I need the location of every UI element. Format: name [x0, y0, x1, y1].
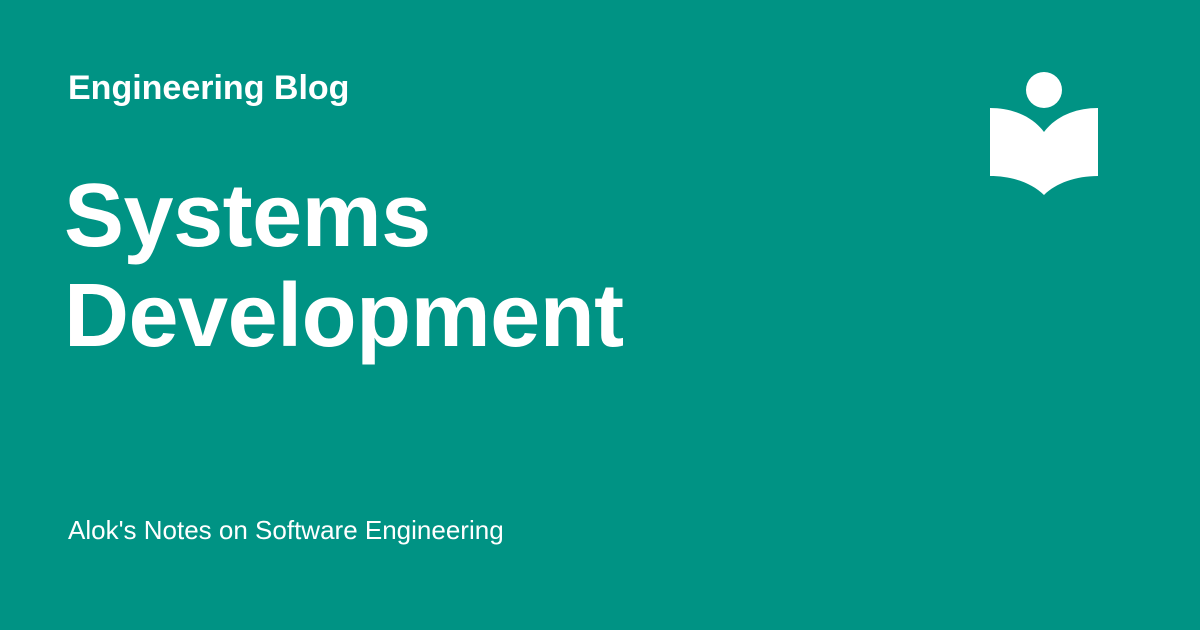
page-title-line-2: Development [64, 266, 624, 366]
blog-tagline: Alok's Notes on Software Engineering [68, 515, 504, 545]
page-title-line-1: Systems [64, 166, 431, 266]
blog-share-card: Engineering Blog Systems Development Alo… [0, 0, 1200, 630]
open-book-reader-icon [990, 72, 1098, 195]
page-title: Systems Development [64, 166, 964, 366]
site-name: Engineering Blog [68, 69, 350, 107]
